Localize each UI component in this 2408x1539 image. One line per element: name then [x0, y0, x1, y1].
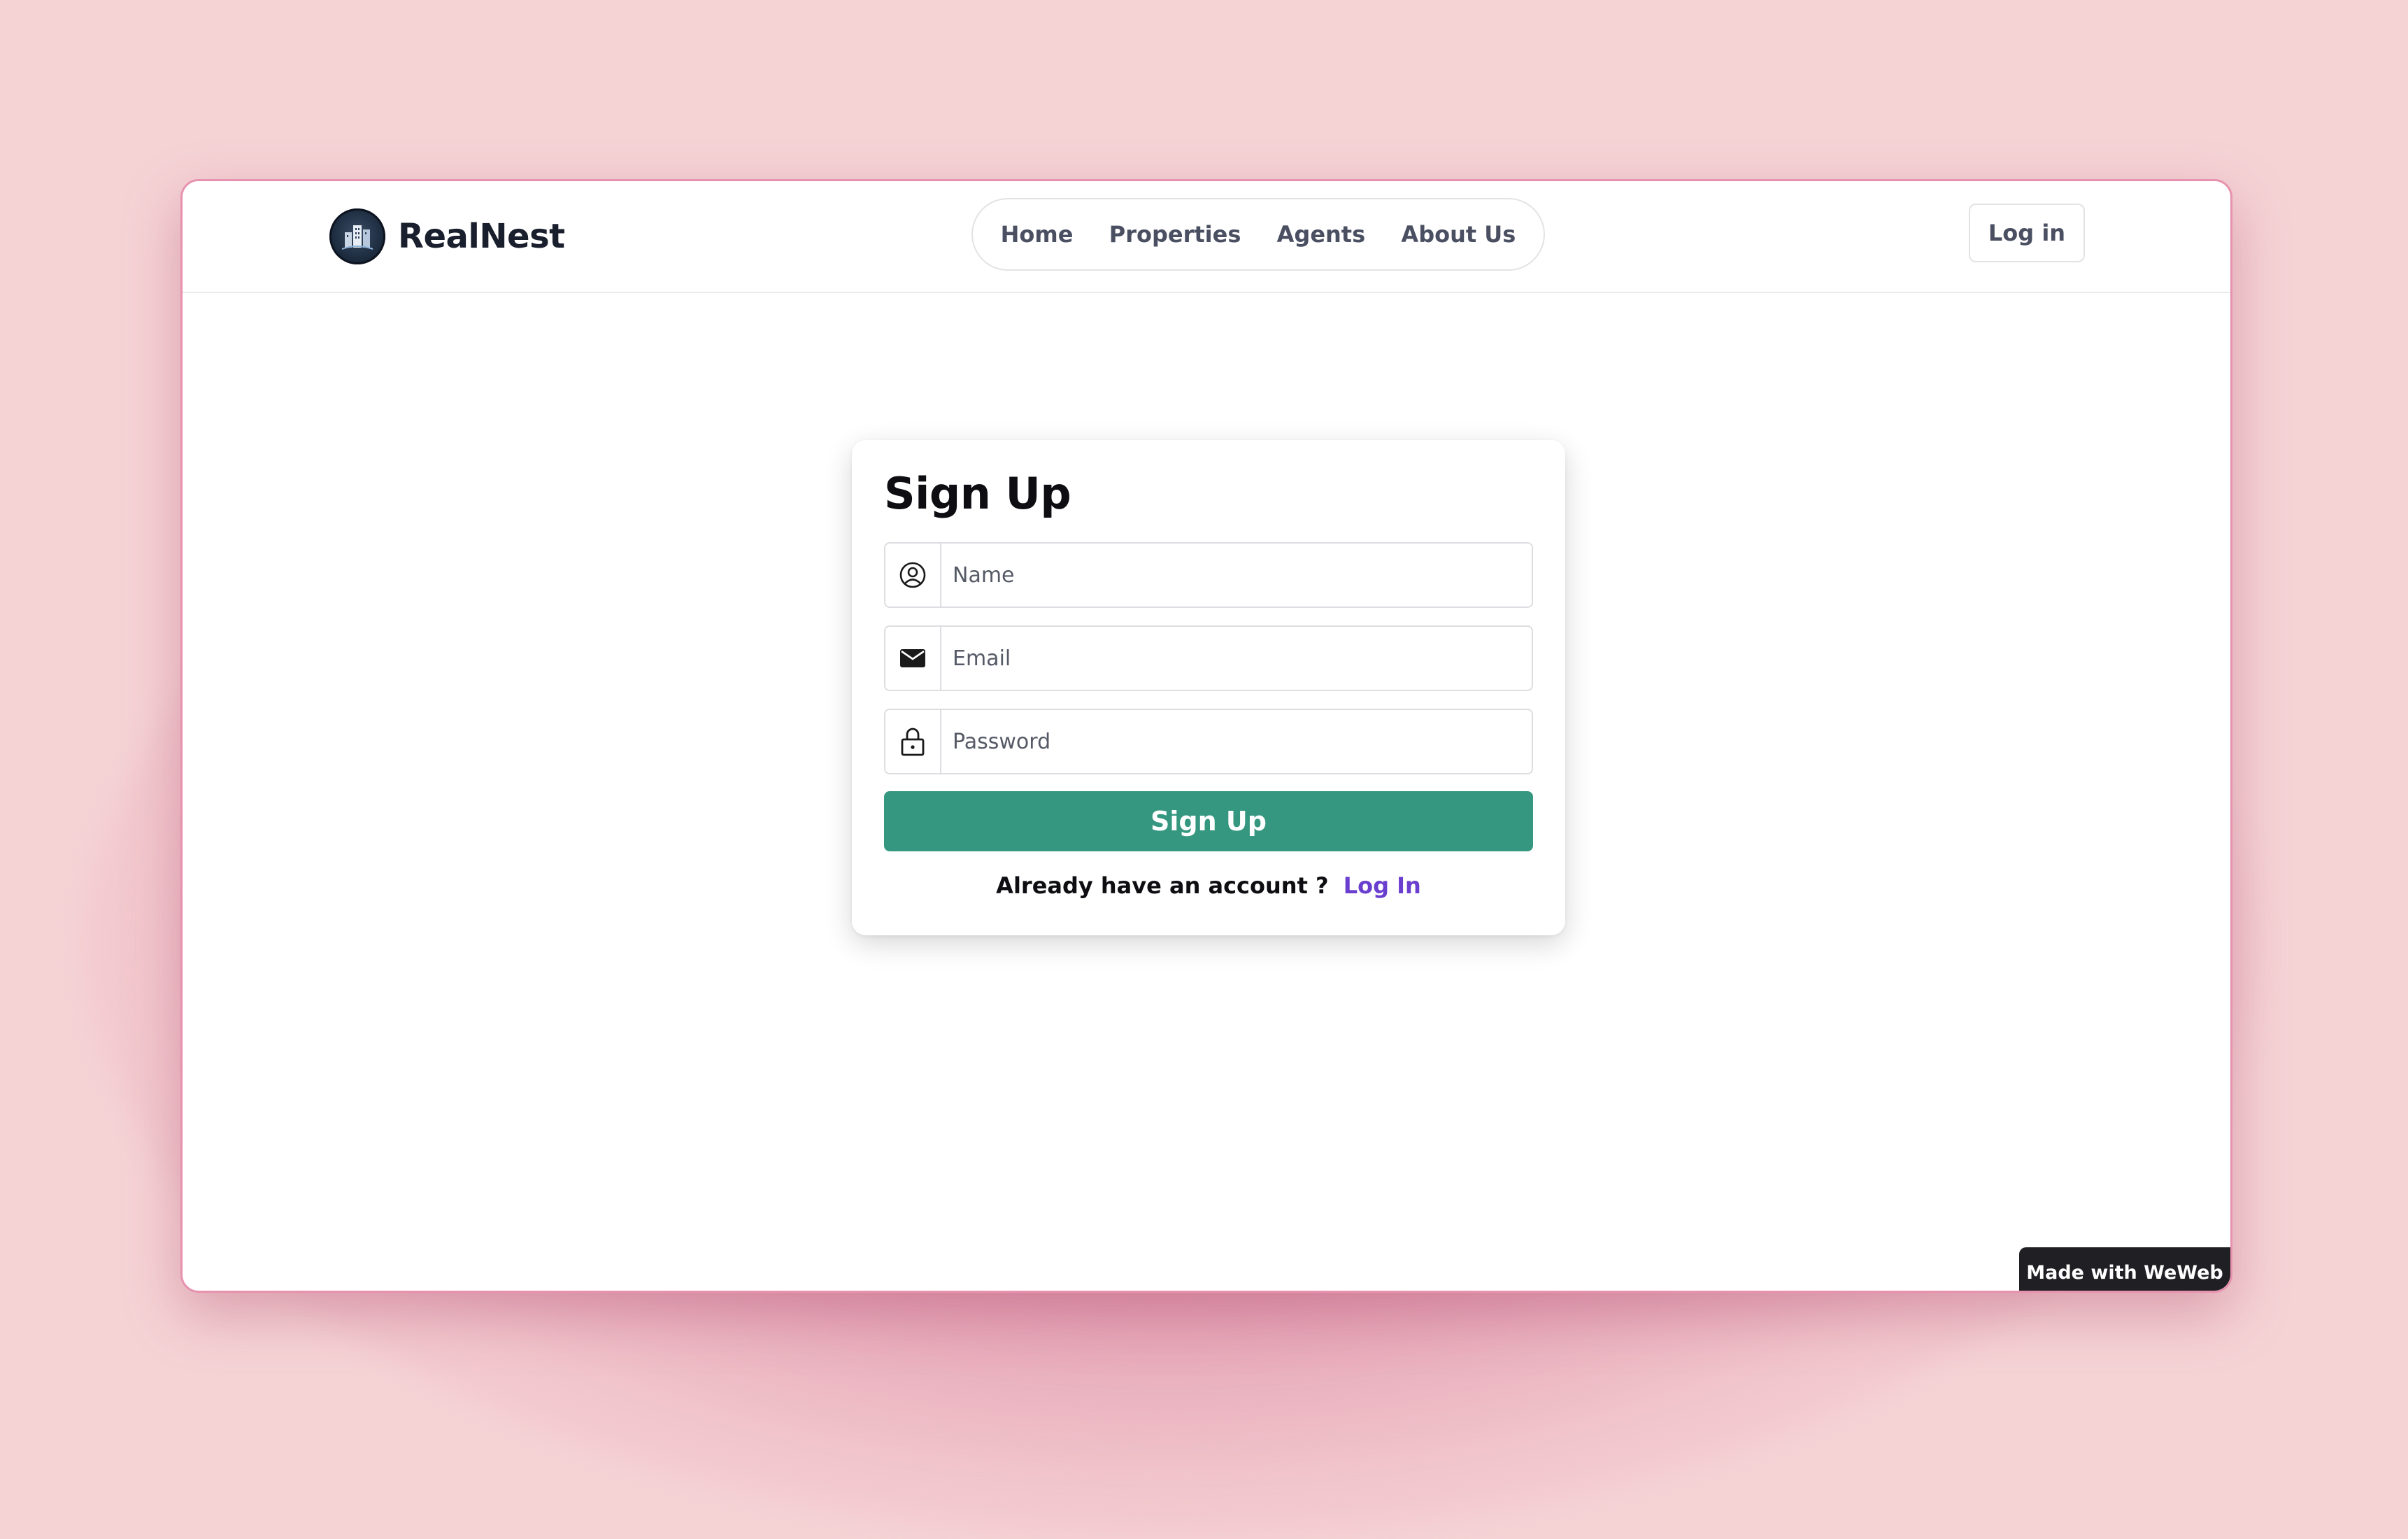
- nav-agents[interactable]: Agents: [1270, 221, 1373, 248]
- email-field: [884, 625, 1533, 691]
- password-input[interactable]: [941, 710, 1532, 773]
- name-field: [884, 542, 1533, 608]
- made-with-weweb-badge[interactable]: Made with WeWeb: [2019, 1247, 2230, 1291]
- signup-card: Sign Up Name Email Sign Up Already have …: [852, 440, 1565, 935]
- signup-title: Sign Up: [884, 468, 1071, 519]
- email-input[interactable]: [941, 627, 1532, 690]
- browser-window: RealNest Home Properties Agents About Us…: [180, 179, 2232, 1293]
- navbar: RealNest Home Properties Agents About Us…: [183, 181, 2230, 293]
- signup-button[interactable]: Sign Up: [884, 791, 1533, 851]
- already-account-line: Already have an account ? Log In: [852, 872, 1565, 899]
- brand-name: RealNest: [398, 217, 565, 256]
- user-circle-icon: [885, 544, 941, 607]
- building-logo-icon: [329, 208, 385, 264]
- nav-about-us[interactable]: About Us: [1394, 221, 1523, 248]
- envelope-icon: [885, 627, 941, 690]
- login-button[interactable]: Log in: [1969, 204, 2085, 262]
- brand[interactable]: RealNest: [329, 208, 565, 265]
- password-field: [884, 709, 1533, 774]
- name-input[interactable]: [941, 544, 1532, 607]
- nav-home[interactable]: Home: [994, 221, 1081, 248]
- nav-properties[interactable]: Properties: [1102, 221, 1248, 248]
- login-link[interactable]: Log In: [1344, 872, 1421, 899]
- lock-icon: [885, 710, 941, 773]
- main-nav: Home Properties Agents About Us: [971, 198, 1545, 271]
- already-account-text: Already have an account ?: [996, 872, 1329, 899]
